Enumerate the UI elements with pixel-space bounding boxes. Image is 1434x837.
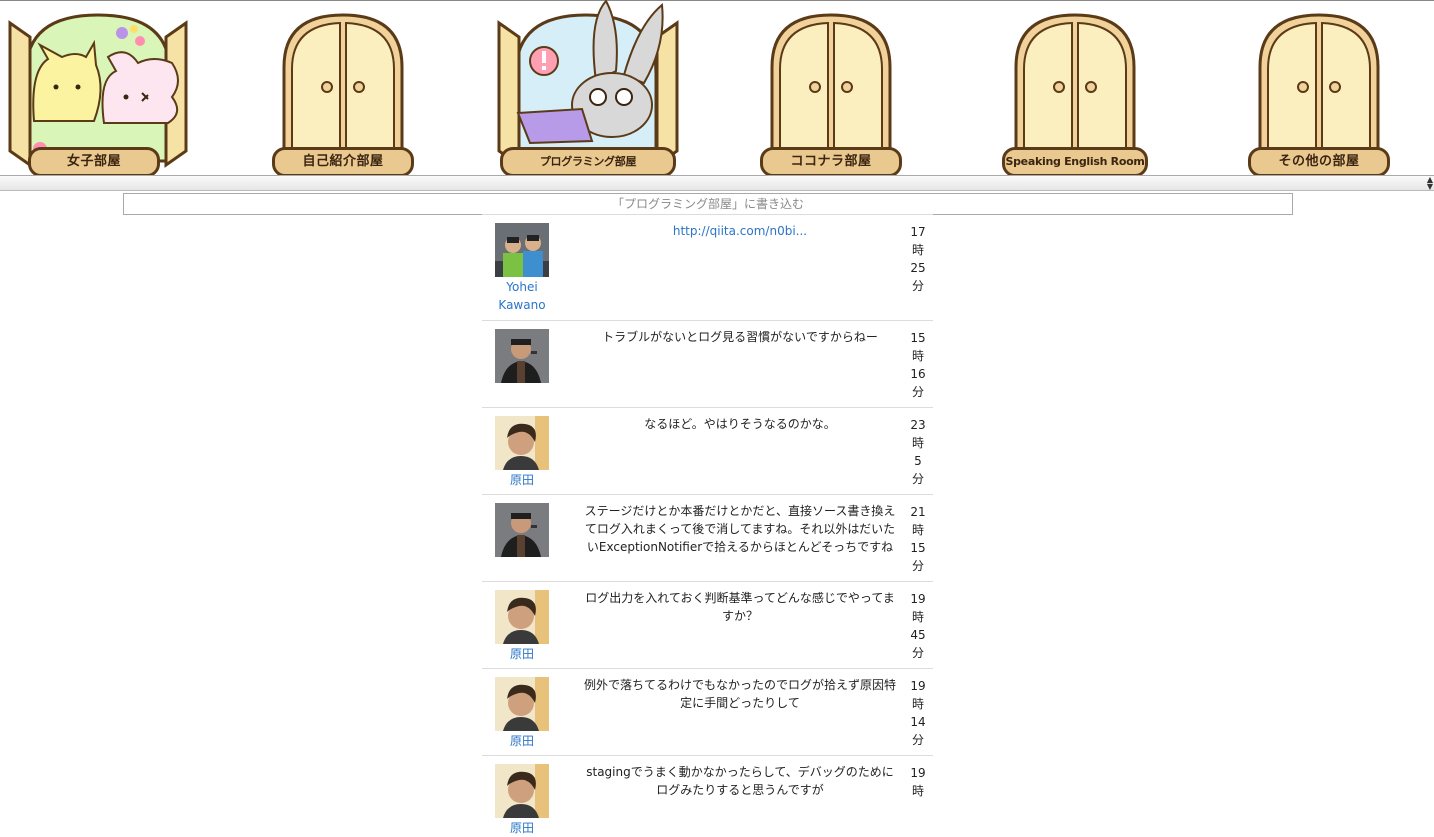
room-label-programming: プログラミング部屋 xyxy=(500,147,676,177)
post-author-name[interactable]: 原田 xyxy=(482,819,562,837)
room-select-dropdown[interactable]: ▲ ▼ xyxy=(0,175,1434,191)
post-author-name[interactable]: Yohei Kawano xyxy=(482,278,562,314)
room-door-other[interactable]: その他の部屋 xyxy=(1246,1,1392,177)
post-row: 原田 stagingでうまく動かなかったらして、デバッグのためにログみたりすると… xyxy=(482,755,933,835)
room-label-other: その他の部屋 xyxy=(1248,147,1390,177)
room-door-nav: 女子部屋 自己紹介部屋 プログラミング部屋 ココナラ部屋 Speaking En… xyxy=(0,0,1434,177)
post-message: ステージだけとか本番だけとかだと、直接ソース書き換えてログ入れまくって後で消して… xyxy=(584,504,896,554)
room-door-coconala[interactable]: ココナラ部屋 xyxy=(758,1,904,177)
post-time: 21 時 15 分 xyxy=(910,505,926,573)
post-row: ステージだけとか本番だけとかだと、直接ソース書き換えてログ入れまくって後で消して… xyxy=(482,494,933,581)
post-message: http://qiita.com/n0bi... xyxy=(582,222,898,240)
room-label-girls: 女子部屋 xyxy=(28,147,160,177)
post-message: 例外で落ちてるわけでもなかったのでログが拾えず原因特定に手間どったりして xyxy=(583,678,896,710)
room-label-english: Speaking English Room xyxy=(1002,147,1148,177)
room-door-self-intro[interactable]: 自己紹介部屋 xyxy=(270,1,416,177)
post-author-name[interactable]: 原田 xyxy=(482,732,562,750)
post-row: Yohei Kawano http://qiita.com/n0bi... 17… xyxy=(482,214,933,320)
post-time: 19 時 xyxy=(910,766,926,798)
profile-photo-avatar[interactable] xyxy=(495,590,549,644)
room-label-self-intro: 自己紹介部屋 xyxy=(272,147,414,177)
post-message: なるほど。やはりそうなるのかな。 xyxy=(644,417,836,431)
select-arrows-icon: ▲ ▼ xyxy=(1426,175,1433,191)
post-time: 19 時 45 分 xyxy=(910,592,926,660)
post-time: 23 時 5 分 xyxy=(910,418,926,486)
profile-photo-avatar[interactable] xyxy=(495,764,549,818)
room-door-programming[interactable]: プログラミング部屋 xyxy=(496,0,680,177)
speaker-photo-avatar[interactable] xyxy=(495,329,549,383)
post-author xyxy=(482,503,562,558)
post-message: ログ出力を入れておく判断基準ってどんな感じでやってますか？ xyxy=(585,591,895,623)
post-input[interactable] xyxy=(123,193,1293,215)
post-message: トラブルがないとログ見る習慣がないですからねー xyxy=(602,330,878,344)
post-row: 原田 例外で落ちてるわけでもなかったのでログが拾えず原因特定に手間どったりして … xyxy=(482,668,933,755)
profile-photo-avatar[interactable] xyxy=(495,416,549,470)
post-row: 原田 なるほど。やはりそうなるのかな。 23 時 5 分 xyxy=(482,407,933,494)
post-author: 原田 xyxy=(482,590,562,663)
post-author xyxy=(482,329,562,384)
post-time: 19 時 14 分 xyxy=(910,679,926,747)
group-photo-avatar[interactable] xyxy=(495,223,549,277)
post-author: Yohei Kawano xyxy=(482,223,562,314)
post-time: 17 時 25 分 xyxy=(910,225,926,293)
speaker-photo-avatar[interactable] xyxy=(495,503,549,557)
post-author: 原田 xyxy=(482,764,562,837)
room-door-english[interactable]: Speaking English Room xyxy=(1002,1,1148,177)
post-link[interactable]: http://qiita.com/n0bi... xyxy=(673,224,807,238)
profile-photo-avatar[interactable] xyxy=(495,677,549,731)
post-message: stagingでうまく動かなかったらして、デバッグのためにログみたりすると思うん… xyxy=(586,765,894,797)
post-row: トラブルがないとログ見る習慣がないですからねー 15 時 16 分 xyxy=(482,320,933,407)
post-author-name[interactable]: 原田 xyxy=(482,645,562,663)
post-feed: Yohei Kawano http://qiita.com/n0bi... 17… xyxy=(482,214,933,835)
post-time: 15 時 16 分 xyxy=(910,331,926,399)
post-author: 原田 xyxy=(482,416,562,489)
post-row: 原田 ログ出力を入れておく判断基準ってどんな感じでやってますか？ 19 時 45 分 xyxy=(482,581,933,668)
post-author-name[interactable]: 原田 xyxy=(482,471,562,489)
room-door-girls[interactable]: 女子部屋 xyxy=(8,1,190,177)
post-author: 原田 xyxy=(482,677,562,750)
room-label-coconala: ココナラ部屋 xyxy=(760,147,902,177)
